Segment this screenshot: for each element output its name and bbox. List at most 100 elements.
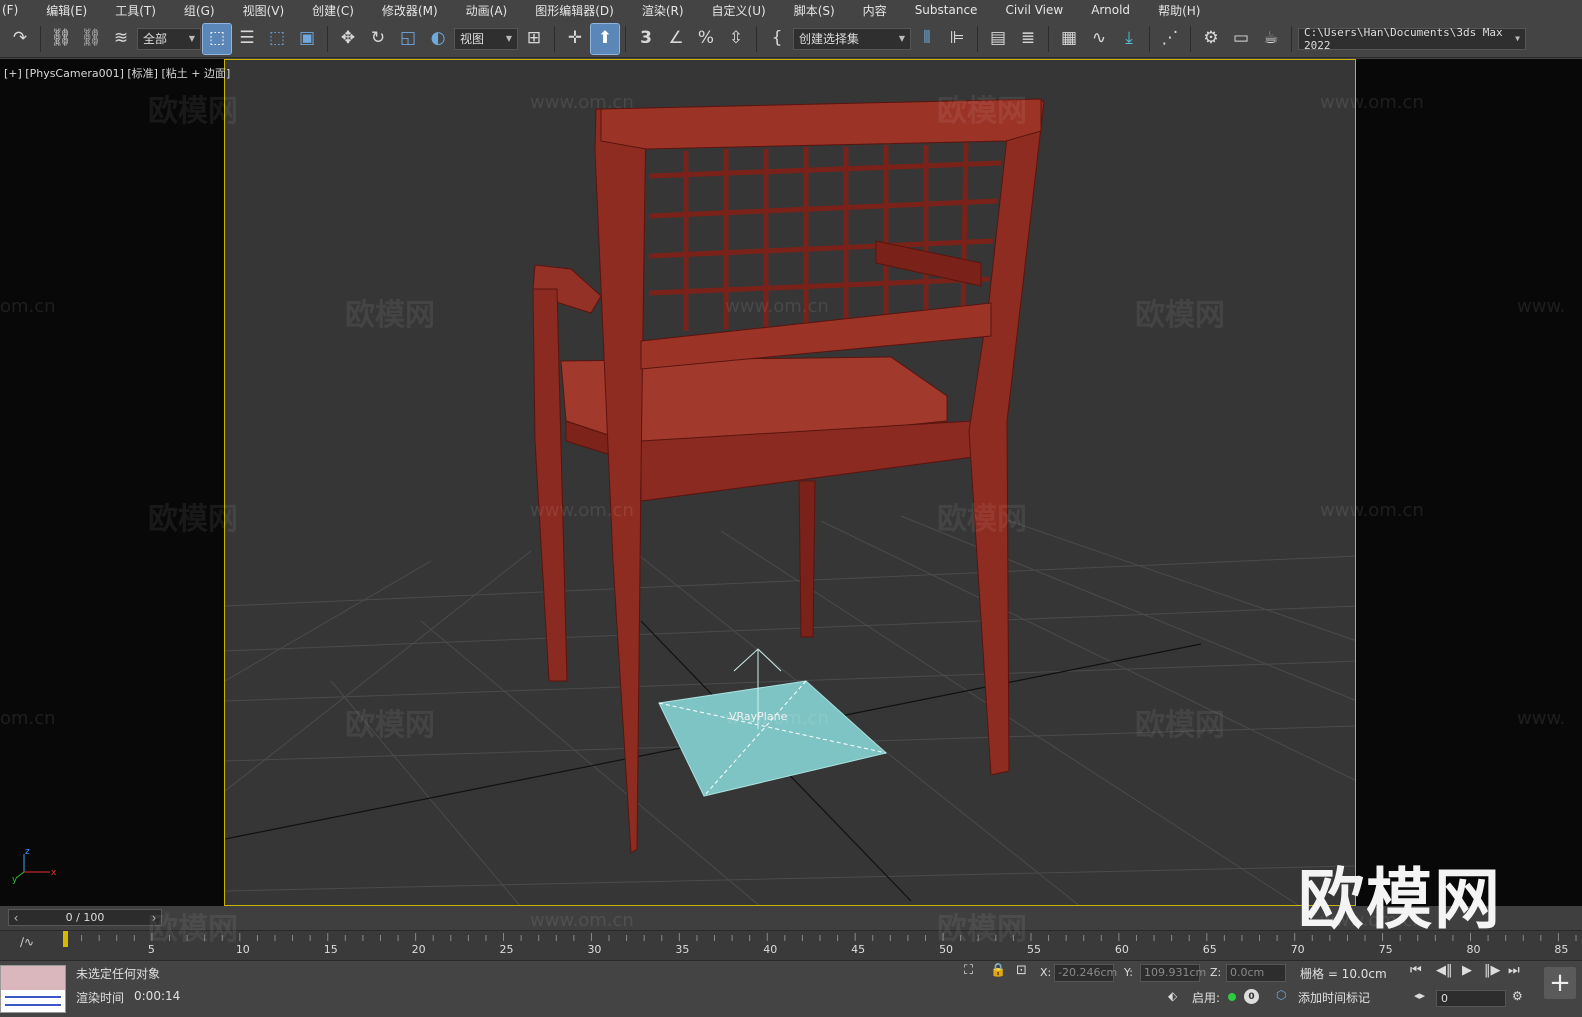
menu-customize[interactable]: 自定义(U) [698, 2, 780, 19]
menu-create[interactable]: 创建(C) [298, 2, 368, 19]
maxscript-listener-mini[interactable] [0, 965, 66, 1013]
current-frame-field[interactable]: 0 [1436, 990, 1506, 1007]
selection-filter-dropdown[interactable]: 全部 ▼ [137, 27, 201, 50]
status-green-dot [1228, 993, 1236, 1001]
y-coord-field[interactable]: 109.931cm [1140, 964, 1206, 982]
render-time-value: 0:00:14 [134, 989, 181, 1003]
menu-help[interactable]: 帮助(H) [1144, 2, 1214, 19]
rect-select-icon[interactable]: ⬚ [263, 24, 291, 54]
z-label: Z: [1210, 966, 1222, 979]
track-tick-label: 70 [1291, 943, 1305, 956]
reference-coord-dropdown[interactable]: 视图 ▼ [454, 27, 518, 50]
menu-animation[interactable]: 动画(A) [452, 2, 522, 19]
menu-tools[interactable]: 工具(T) [101, 2, 170, 19]
menu-group[interactable]: 组(G) [170, 2, 229, 19]
track-tick-label: 40 [763, 943, 777, 956]
mirror-icon[interactable]: ⫴ [913, 24, 941, 54]
main-toolbar: ↷ ⛓ ⛓ ≋ 全部 ▼ ⬚ ☰ ⬚ ▣ ✥ ↻ ◱ ◐ 视图 ▼ ⊞ ✛ ⬆ 3 … [0, 20, 1582, 58]
track-bar[interactable]: ∕∿ 5 10 15 20 25 30 35 40 45 50 55 60 65 70 75 80 85 [0, 930, 1582, 960]
next-key-icon[interactable]: ‖▶ [1484, 963, 1501, 978]
named-selection-dropdown[interactable]: 创建选择集 ▼ [793, 27, 911, 50]
menu-modifiers[interactable]: 修改器(M) [368, 2, 452, 19]
placement-icon[interactable]: ◐ [424, 24, 452, 54]
prev-key-icon[interactable]: ◀‖ [1436, 963, 1453, 978]
x-coord-field[interactable]: -20.246cm [1054, 964, 1117, 982]
window-crossing-icon[interactable]: ▣ [293, 24, 321, 54]
app-window: (F) 编辑(E) 工具(T) 组(G) 视图(V) 创建(C) 修改器(M) … [0, 0, 1582, 1017]
selection-lock-icon[interactable]: 🔒 [990, 963, 1006, 978]
menu-scripting[interactable]: 脚本(S) [780, 2, 849, 19]
viewport-right-letterbox [1356, 59, 1582, 906]
frame-display: 0 / 100 [65, 911, 105, 924]
material-editor-icon[interactable]: ⋰ [1156, 24, 1184, 54]
key-mode-icon[interactable]: ◂▸ [1414, 989, 1425, 1002]
track-tick-label: 20 [412, 943, 426, 956]
layer-explorer-icon[interactable]: ≣ [1014, 24, 1042, 54]
track-ruler: 5 10 15 20 25 30 35 40 45 50 55 60 65 70 75 80 85 [63, 931, 1577, 956]
menu-graph-editors[interactable]: 图形编辑器(D) [521, 2, 628, 19]
menu-arnold[interactable]: Arnold [1077, 3, 1144, 17]
time-slider[interactable]: ‹ 0 / 100 › [8, 909, 162, 926]
z-coord-field[interactable]: 0.0cm [1226, 964, 1286, 982]
prev-frame-arrow-icon[interactable]: ‹ [9, 911, 23, 925]
toolbar-separator [40, 25, 41, 52]
snap-3d-icon[interactable]: 3 [632, 24, 660, 54]
add-time-tag[interactable]: 添加时间标记 [1298, 989, 1370, 1006]
undo-icon[interactable]: ↷ [6, 24, 34, 54]
viewport-label[interactable]: [+] [PhysCamera001] [标准] [粘土 + 边面] [4, 65, 230, 81]
chair-back-lattice [648, 142, 1002, 331]
set-key-filter-icon[interactable]: ⬖ [1168, 989, 1177, 1003]
menu-edit[interactable]: 编辑(E) [32, 2, 101, 19]
curve-editor-icon[interactable]: ∿ [1085, 24, 1113, 54]
go-to-start-icon[interactable]: ⏮ [1410, 963, 1422, 978]
schematic-icon[interactable]: ⤓ [1115, 24, 1143, 54]
move-icon[interactable]: ✥ [334, 24, 362, 54]
track-tick-label: 30 [587, 943, 601, 956]
bind-spacewarp-icon[interactable]: ≋ [107, 24, 135, 54]
percent-snap-icon[interactable]: % [692, 24, 720, 54]
time-config-icon[interactable]: ⚙ [1512, 989, 1523, 1003]
menu-rendering[interactable]: 渲染(R) [628, 2, 698, 19]
ribbon-icon[interactable]: ▦ [1055, 24, 1083, 54]
isolate-selection-icon[interactable]: ⛶ [964, 963, 973, 978]
project-path-dropdown[interactable]: C:\Users\Han\Documents\3ds Max 2022 ▼ [1298, 26, 1526, 52]
render-setup-icon[interactable]: ⚙ [1197, 24, 1225, 54]
unlink-icon[interactable]: ⛓ [77, 24, 105, 54]
spinner-snap-icon[interactable]: ⇳ [722, 24, 750, 54]
manipulate-icon[interactable]: ✛ [561, 24, 589, 54]
edit-named-sel-icon[interactable]: { [763, 24, 791, 54]
link-icon[interactable]: ⛓ [47, 24, 75, 54]
next-frame-arrow-icon[interactable]: › [147, 911, 161, 925]
play-icon[interactable]: ▶ [1462, 963, 1472, 978]
axis-tripod-icon: z y x [12, 847, 57, 885]
select-object-icon[interactable]: ⬚ [202, 22, 232, 55]
menu-substance[interactable]: Substance [901, 3, 992, 17]
scene-explorer-icon[interactable]: ▤ [984, 24, 1012, 54]
pivot-icon[interactable]: ⊞ [520, 24, 548, 54]
perspective-viewport[interactable]: VRayPlane [224, 59, 1356, 906]
absolute-mode-icon[interactable]: ⊡ [1016, 963, 1027, 978]
enable-label: 启用: [1192, 991, 1221, 1005]
select-by-name-icon[interactable]: ☰ [233, 24, 261, 54]
menu-views[interactable]: 视图(V) [229, 2, 299, 19]
align-icon[interactable]: ⊫ [943, 24, 971, 54]
viewport-add-button[interactable]: + [1544, 967, 1576, 999]
menu-file[interactable]: (F) [0, 3, 32, 17]
angle-snap-icon[interactable]: ∠ [662, 24, 690, 54]
time-slider-bar: ‹ 0 / 100 › [0, 906, 1582, 930]
menu-civil-view[interactable]: Civil View [991, 3, 1077, 17]
rotate-icon[interactable]: ↻ [364, 24, 392, 54]
rendered-frame-icon[interactable]: ▭ [1227, 24, 1255, 54]
keyboard-shortcut-override-icon[interactable]: ⬆ [590, 22, 620, 55]
go-to-end-icon[interactable]: ⏭ [1508, 963, 1520, 978]
render-icon[interactable]: ☕ [1257, 24, 1285, 54]
grid-size: 栅格 = 10.0cm [1300, 967, 1387, 981]
track-tick-label: 75 [1379, 943, 1393, 956]
time-tag-icon[interactable]: ⬡ [1276, 988, 1286, 1002]
counter-badge[interactable]: 0 [1244, 989, 1259, 1004]
menu-content[interactable]: 内容 [849, 2, 901, 19]
scale-icon[interactable]: ◱ [394, 24, 422, 54]
track-tick-label: 50 [939, 943, 953, 956]
status-bar: 未选定任何对象 渲染时间 0:00:14 ⛶ 🔒 ⊡ X: -20.246cm … [0, 960, 1582, 1017]
current-frame-marker[interactable] [63, 931, 68, 947]
